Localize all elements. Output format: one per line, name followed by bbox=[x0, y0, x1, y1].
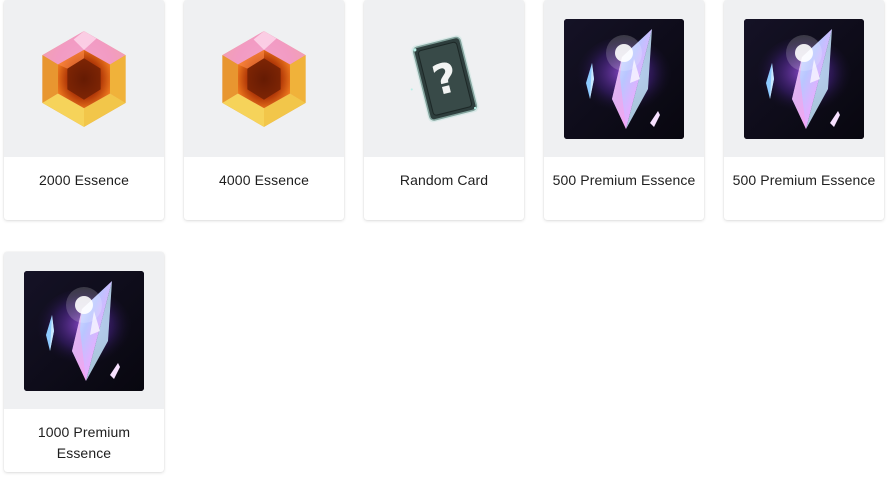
orange-hexagon-gem-icon bbox=[32, 27, 136, 131]
reward-card-500-premium-essence[interactable]: 500 Premium Essence bbox=[544, 0, 704, 220]
reward-label: 1000 Premium Essence bbox=[37, 424, 131, 461]
reward-thumbnail bbox=[364, 0, 524, 157]
orange-hexagon-gem-icon bbox=[212, 27, 316, 131]
reward-thumbnail bbox=[544, 0, 704, 157]
reward-label: 4000 Essence bbox=[219, 172, 309, 188]
reward-card-1000-premium-essence[interactable]: 1000 Premium Essence bbox=[4, 252, 164, 472]
reward-thumbnail bbox=[4, 0, 164, 157]
reward-card-500-premium-essence[interactable]: 500 Premium Essence bbox=[724, 0, 884, 220]
reward-thumbnail bbox=[4, 252, 164, 409]
reward-card-4000-essence[interactable]: 4000 Essence bbox=[184, 0, 344, 220]
reward-thumbnail bbox=[184, 0, 344, 157]
mystery-card-icon bbox=[392, 27, 496, 131]
reward-card-2000-essence[interactable]: 2000 Essence bbox=[4, 0, 164, 220]
reward-label: 500 Premium Essence bbox=[552, 172, 696, 188]
reward-label: 2000 Essence bbox=[39, 172, 129, 188]
reward-label: Random Card bbox=[399, 172, 489, 188]
prism-crystal-icon bbox=[564, 18, 684, 139]
reward-card-random-card[interactable]: Random Card bbox=[364, 0, 524, 220]
prism-crystal-icon bbox=[744, 18, 864, 139]
reward-thumbnail bbox=[724, 0, 884, 157]
prism-crystal-icon bbox=[24, 270, 144, 391]
reward-label: 500 Premium Essence bbox=[732, 172, 876, 188]
